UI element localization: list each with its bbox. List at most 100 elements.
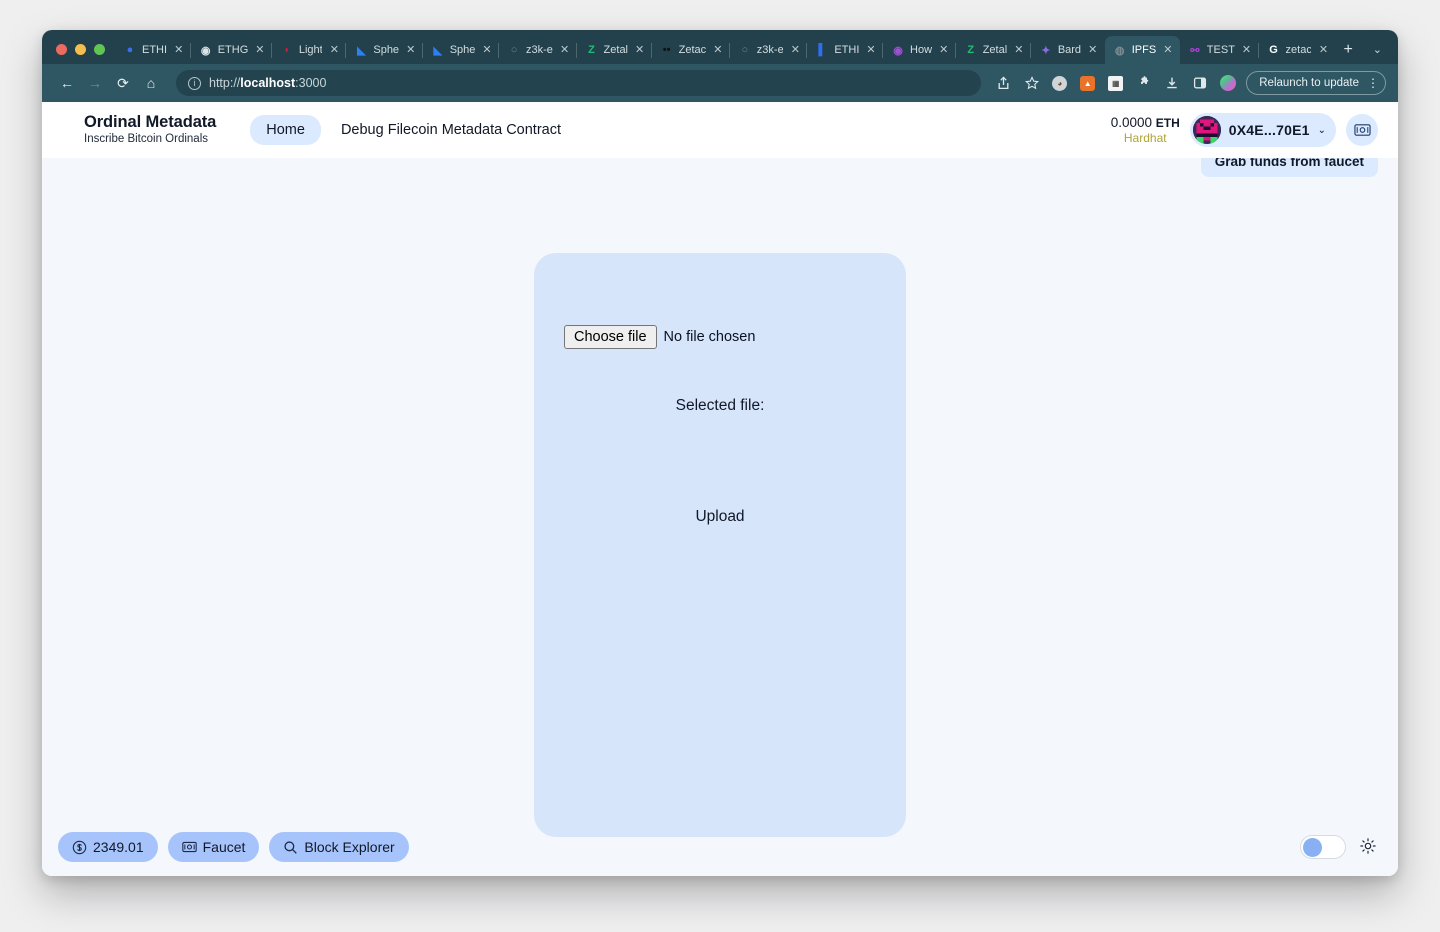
balance-amount: 0.0000 ETH xyxy=(1110,114,1180,130)
tab-title: Zetal xyxy=(603,44,628,56)
chevron-down-icon[interactable]: ⌄ xyxy=(1318,125,1326,136)
browser-tab[interactable]: •• Zetac ✕ xyxy=(650,36,730,64)
browser-tab[interactable]: ○ z3k-e ✕ xyxy=(728,36,808,64)
browser-menu-kebab-icon[interactable]: ⋮ xyxy=(1367,77,1379,89)
tab-title: ETHG xyxy=(217,44,248,56)
site-info-icon[interactable]: i xyxy=(188,76,201,90)
tab-favicon-icon: ○ xyxy=(510,44,518,56)
tab-close-icon[interactable]: ✕ xyxy=(1240,44,1254,56)
nav-item-debug-filecoin-metadata-contract[interactable]: Debug Filecoin Metadata Contract xyxy=(331,115,571,145)
browser-tab[interactable]: Gzetac ✕ xyxy=(1257,36,1336,64)
tab-title: Light xyxy=(298,44,323,56)
tab-close-icon[interactable]: ✕ xyxy=(937,44,951,56)
tab-title: TEST xyxy=(1206,44,1235,56)
no-file-chosen-label: No file chosen xyxy=(663,329,756,345)
tab-close-icon[interactable]: ✕ xyxy=(1012,44,1026,56)
browser-tab[interactable]: ◗ Light ✕ xyxy=(270,36,347,64)
bookmark-star-icon[interactable] xyxy=(1023,75,1040,92)
tab-close-icon[interactable]: ✕ xyxy=(558,44,572,56)
tab-favicon-icon: ○ xyxy=(741,44,749,56)
tab-title: Sphe xyxy=(449,44,476,56)
tab-close-icon[interactable]: ✕ xyxy=(864,44,878,56)
browser-tab[interactable]: ◍ IPFS ✕ xyxy=(1104,36,1180,64)
faucet-button[interactable] xyxy=(1346,114,1378,146)
brand[interactable]: Ordinal Metadata Inscribe Bitcoin Ordina… xyxy=(84,113,216,147)
tab-favicon-icon: ◉ xyxy=(893,44,903,57)
theme-toggle-switch[interactable] xyxy=(1300,835,1346,859)
tab-title: Zetac xyxy=(678,44,706,56)
tab-close-icon[interactable]: ✕ xyxy=(253,44,267,56)
page-viewport: Ordinal Metadata Inscribe Bitcoin Ordina… xyxy=(42,102,1398,876)
browser-tab[interactable]: ✦ Bard ✕ xyxy=(1029,36,1105,64)
new-tab-button[interactable]: + xyxy=(1335,42,1362,64)
banknote-icon xyxy=(181,841,197,853)
tab-close-icon[interactable]: ✕ xyxy=(1316,44,1330,56)
profile-avatar-icon[interactable] xyxy=(1219,75,1236,92)
tab-favicon-icon: G xyxy=(1269,44,1278,56)
back-button[interactable]: ← xyxy=(54,70,80,96)
tab-favicon-icon: ◗ xyxy=(283,44,291,56)
browser-tab[interactable]: ◣ Sphe ✕ xyxy=(421,36,499,64)
nav-item-home[interactable]: Home xyxy=(250,115,321,145)
dollar-circle-icon xyxy=(72,840,87,854)
tab-close-icon[interactable]: ✕ xyxy=(788,44,802,56)
faucet-pill-button[interactable]: Faucet xyxy=(167,832,260,862)
tab-close-icon[interactable]: ✕ xyxy=(633,44,647,56)
browser-tab[interactable]: Z Zetal ✕ xyxy=(575,36,652,64)
tab-favicon-icon: ▌ xyxy=(818,44,827,56)
tab-close-icon[interactable]: ✕ xyxy=(1161,44,1175,56)
browser-toolbar: ← → ⟳ ⌂ i http://localhost:3000 ◕ ▲ ▦ Re… xyxy=(42,64,1398,102)
tab-close-icon[interactable]: ✕ xyxy=(172,44,186,56)
sun-icon[interactable] xyxy=(1360,837,1376,857)
extension-icon-wallet[interactable]: ▲ xyxy=(1079,75,1096,92)
browser-tab[interactable]: ⚯ TEST ✕ xyxy=(1180,36,1259,64)
eth-price-value: 2349.01 xyxy=(93,839,144,855)
address-bar-url: http://localhost:3000 xyxy=(209,76,327,90)
extension-icon-qr[interactable]: ▦ xyxy=(1107,75,1124,92)
reload-button[interactable]: ⟳ xyxy=(110,70,136,96)
tab-close-icon[interactable]: ✕ xyxy=(711,44,725,56)
choose-file-button[interactable]: Choose file xyxy=(564,325,657,349)
browser-tab[interactable]: ○ z3k-e ✕ xyxy=(498,36,577,64)
extension-icon-metamask[interactable]: ◕ xyxy=(1051,75,1068,92)
browser-tab-strip: ● ETHI ✕ ◉ ETHG ✕ ◗ Light ✕ ◣ Sphe ✕ ◣ Sphe ✕ ○ z3k-e ✕ Z Z… xyxy=(42,30,1398,64)
browser-tab[interactable]: ◣ Sphe ✕ xyxy=(345,36,422,64)
tab-close-icon[interactable]: ✕ xyxy=(404,44,418,56)
wallet-balance[interactable]: 0.0000 ETH Hardhat xyxy=(1111,115,1180,146)
relaunch-to-update-button[interactable]: Relaunch to update ⋮ xyxy=(1246,71,1386,95)
forward-button[interactable]: → xyxy=(82,70,108,96)
account-avatar-icon xyxy=(1192,116,1221,144)
extension-puzzle-icon[interactable] xyxy=(1135,75,1152,92)
address-bar[interactable]: i http://localhost:3000 xyxy=(176,70,982,96)
close-window-button[interactable] xyxy=(56,44,67,55)
side-panel-icon[interactable] xyxy=(1191,75,1208,92)
bottom-bar: 2349.01 Faucet Block Explorer xyxy=(42,818,1398,876)
file-input-row[interactable]: Choose file No file chosen xyxy=(564,325,755,349)
search-icon xyxy=(284,840,298,854)
tab-list-chevron-icon[interactable]: ⌄ xyxy=(1363,43,1398,64)
browser-tab[interactable]: Z Zetal ✕ xyxy=(954,36,1031,64)
selected-file-label: Selected file: xyxy=(675,397,765,414)
browser-tab[interactable]: ◉ How ✕ xyxy=(882,36,956,64)
minimize-window-button[interactable] xyxy=(75,44,86,55)
block-explorer-button[interactable]: Block Explorer xyxy=(269,832,409,862)
browser-tab[interactable]: ● ETHI ✕ xyxy=(115,36,191,64)
upload-card: Choose file No file chosen Selected file… xyxy=(534,253,906,837)
download-icon[interactable] xyxy=(1163,75,1180,92)
theme-toggle-knob xyxy=(1303,837,1322,857)
maximize-window-button[interactable] xyxy=(94,44,105,55)
browser-tab[interactable]: ▌ ETHI ✕ xyxy=(806,36,883,64)
browser-tab[interactable]: ◉ ETHG ✕ xyxy=(189,36,272,64)
share-icon[interactable] xyxy=(995,75,1012,92)
tab-title: zetac xyxy=(1285,44,1312,56)
tab-title: z3k-e xyxy=(526,44,553,56)
account-dropdown-button[interactable]: 0X4E...70E1 ⌄ xyxy=(1189,113,1336,147)
tab-close-icon[interactable]: ✕ xyxy=(1086,44,1100,56)
tab-close-icon[interactable]: ✕ xyxy=(327,44,341,56)
main-content: Choose file No file chosen Selected file… xyxy=(42,158,1398,876)
home-button[interactable]: ⌂ xyxy=(138,70,164,96)
tab-close-icon[interactable]: ✕ xyxy=(480,44,494,56)
upload-button[interactable]: Upload xyxy=(687,505,752,529)
eth-price-indicator[interactable]: 2349.01 xyxy=(58,832,158,862)
tab-favicon-icon: ◣ xyxy=(357,44,366,57)
